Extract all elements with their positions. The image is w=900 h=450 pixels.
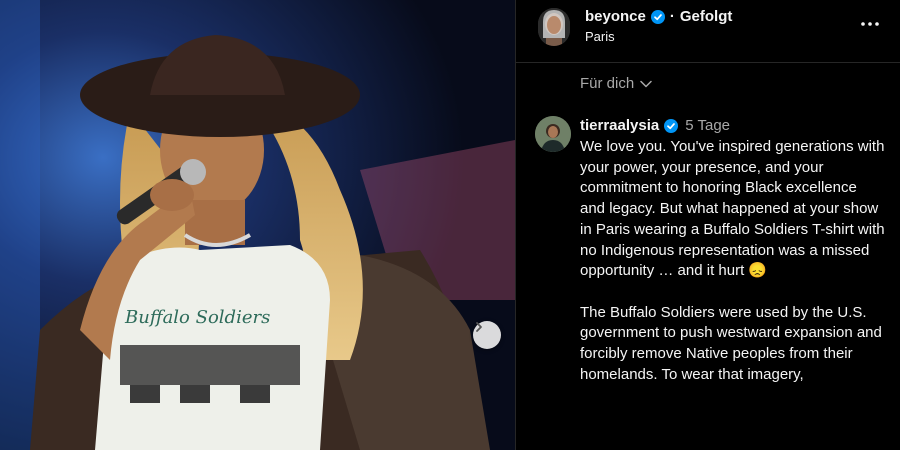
verified-badge-icon: [650, 9, 665, 24]
comment-text: We love you. You've inspired generations…: [580, 137, 885, 406]
comment-sort-label: Für dich: [580, 75, 635, 92]
shirt-text: Buffalo Soldiers: [124, 307, 270, 328]
author-avatar[interactable]: [538, 8, 570, 46]
comment-paragraph-1: We love you. You've inspired generations…: [580, 138, 885, 280]
post-header: beyonce · Gefolgt Paris: [516, 0, 900, 63]
separator-dot: ·: [669, 8, 675, 25]
chevron-down-icon: [640, 80, 652, 87]
commenter-avatar[interactable]: [535, 116, 571, 152]
post-photo: Buffalo Soldiers: [0, 0, 515, 450]
comments-panel: beyonce · Gefolgt Paris Für dich tierraa…: [516, 0, 900, 450]
comment-timestamp[interactable]: 5 Tage: [685, 117, 730, 134]
chevron-right-icon: [476, 322, 482, 332]
post-photo-illustration: Buffalo Soldiers: [0, 0, 515, 450]
commenter-name-row: tierraalysia 5 Tage: [580, 117, 730, 134]
more-options-button[interactable]: [859, 14, 881, 34]
more-options-icon: [861, 22, 879, 26]
next-photo-button[interactable]: [473, 321, 501, 349]
post-location[interactable]: Paris: [585, 29, 615, 44]
follow-status-button[interactable]: Gefolgt: [680, 8, 733, 25]
comment-paragraph-2: The Buffalo Soldiers were used by the U.…: [580, 303, 882, 383]
verified-badge-icon: [664, 118, 679, 133]
commenter-username[interactable]: tierraalysia: [580, 117, 659, 134]
author-name-row: beyonce · Gefolgt: [585, 8, 732, 25]
author-username[interactable]: beyonce: [585, 8, 646, 25]
comment-sort-dropdown[interactable]: Für dich: [580, 75, 652, 92]
